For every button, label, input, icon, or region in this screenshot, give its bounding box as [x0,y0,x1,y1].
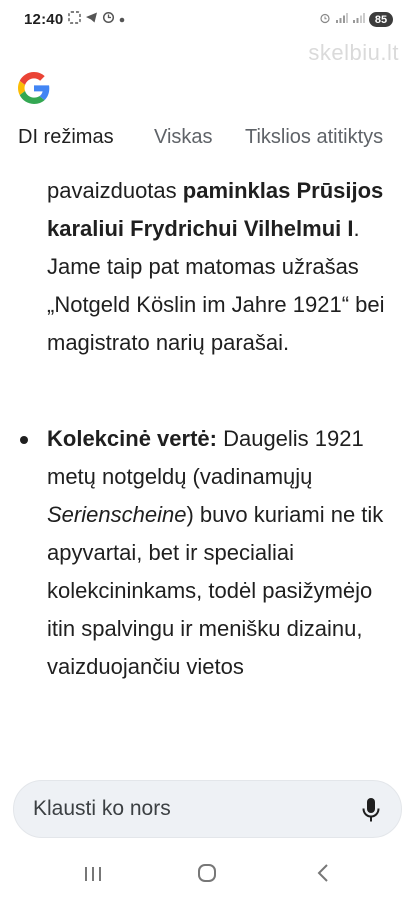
answer-bullet-item: Kolekcinė vertė: Daugelis 1921 metų notg… [47,420,397,686]
back-icon[interactable] [314,863,334,883]
status-notification-icons [68,11,125,27]
telegram-icon [85,11,98,27]
google-logo-icon[interactable] [18,72,50,104]
tab-tikslios-atitiktys[interactable]: Tikslios atitiktys [245,126,383,149]
bullet-heading: Kolekcinė vertė: [47,426,217,451]
ask-input-bar[interactable]: Klausti ko nors [13,780,402,838]
status-bar: 12:40 85 [0,0,415,42]
screenshot-icon [68,11,81,27]
dot-icon [119,12,125,26]
paragraph-text: pavaizduotas [47,178,183,203]
watermark: skelbiu.lt [308,40,399,65]
recent-apps-icon[interactable] [82,865,104,883]
alarm-icon [319,12,331,27]
tab-di-rezimas[interactable]: DI režimas [18,126,114,149]
answer-paragraph: pavaizduotas paminklas Prūsijos karaliui… [47,172,397,362]
mic-icon[interactable] [361,797,381,823]
paragraph-italic-text: Serienscheine [47,502,187,527]
tab-viskas[interactable]: Viskas [154,126,213,149]
ai-answer-content: pavaizduotas paminklas Prūsijos karaliui… [0,150,415,770]
status-time: 12:40 [24,11,64,28]
system-nav-bar [0,845,415,900]
signal-icon [352,12,365,27]
ask-input-placeholder[interactable]: Klausti ko nors [33,797,171,821]
signal-icon [335,12,348,27]
battery-indicator: 85 [369,12,393,27]
status-system-icons: 85 [319,12,393,27]
bullet-dot [20,436,28,444]
paragraph-text: ) buvo kuriami ne tik apyvartai, bet ir … [47,502,384,679]
home-icon[interactable] [197,863,217,883]
sync-icon [102,11,115,27]
